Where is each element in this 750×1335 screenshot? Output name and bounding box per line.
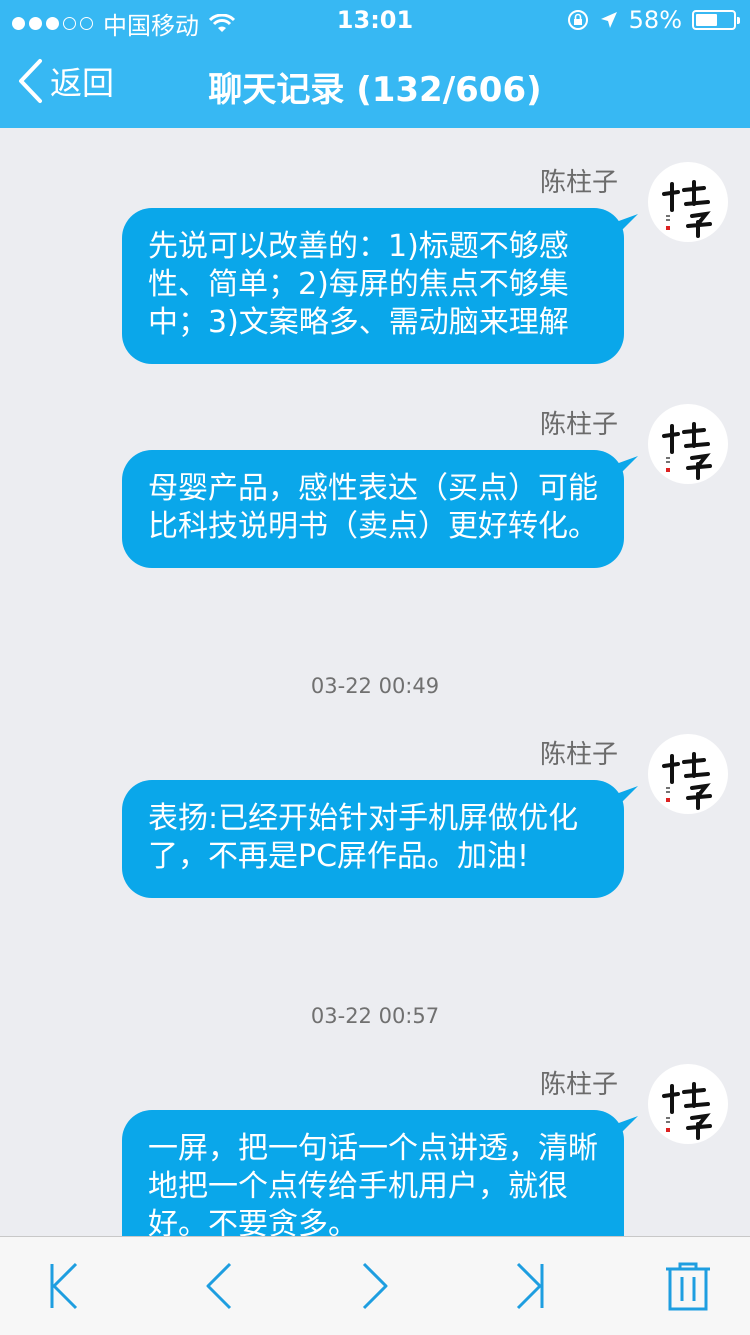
location-arrow-icon — [600, 12, 617, 28]
rotation-lock-icon — [567, 10, 588, 30]
trash-icon — [666, 1262, 710, 1311]
calligraphy-avatar-icon — [662, 180, 712, 238]
sender-name: 陈柱子 — [539, 410, 618, 440]
message-timestamp: 03-22 00:49 — [310, 674, 440, 698]
message-timestamp: 03-22 00:57 — [310, 1004, 440, 1028]
first-page-button[interactable] — [36, 1261, 92, 1311]
message-bubble[interactable]: 先说可以改善的：1)标题不够感性、简单；2)每屏的焦点不够集中；3)文案略多、需… — [122, 208, 624, 364]
last-page-icon — [516, 1262, 544, 1310]
message-bubble[interactable]: 一屏，把一句话一个点讲透，清晰地把一个点传给手机用户，就很好。不要贪多。 — [122, 1110, 624, 1236]
delete-button[interactable] — [660, 1261, 716, 1311]
chat-history[interactable]: 陈柱子 先说可以改善的：1)标题不够感性、简单；2)每屏的焦点不够集中；3)文案… — [0, 128, 750, 1236]
first-page-icon — [50, 1262, 78, 1310]
message-bubble[interactable]: 表扬:已经开始针对手机屏做优化了，不再是PC屏作品。加油! — [122, 780, 624, 898]
next-page-icon — [362, 1262, 388, 1310]
avatar[interactable] — [648, 162, 728, 242]
battery-percent: 58% — [628, 6, 682, 34]
page-title: 聊天记录 (132/606) — [208, 70, 542, 110]
avatar[interactable] — [648, 734, 728, 814]
avatar[interactable] — [648, 1064, 728, 1144]
navigation-bar: 返回 聊天记录 (132/606) — [0, 40, 750, 128]
last-page-button[interactable] — [502, 1261, 558, 1311]
previous-page-button[interactable] — [192, 1261, 248, 1311]
sender-name: 陈柱子 — [539, 1070, 618, 1100]
battery-icon — [692, 10, 740, 30]
sender-name: 陈柱子 — [539, 168, 618, 198]
calligraphy-avatar-icon — [662, 1082, 712, 1140]
calligraphy-avatar-icon — [662, 752, 712, 810]
sender-name: 陈柱子 — [539, 740, 618, 770]
avatar[interactable] — [648, 404, 728, 484]
previous-page-icon — [206, 1262, 232, 1310]
bottom-toolbar — [0, 1236, 750, 1335]
message-bubble[interactable]: 母婴产品，感性表达（买点）可能比科技说明书（卖点）更好转化。 — [122, 450, 624, 568]
next-page-button[interactable] — [346, 1261, 402, 1311]
calligraphy-avatar-icon — [662, 422, 712, 480]
status-bar: 中国移动 13:01 58% — [0, 0, 750, 40]
